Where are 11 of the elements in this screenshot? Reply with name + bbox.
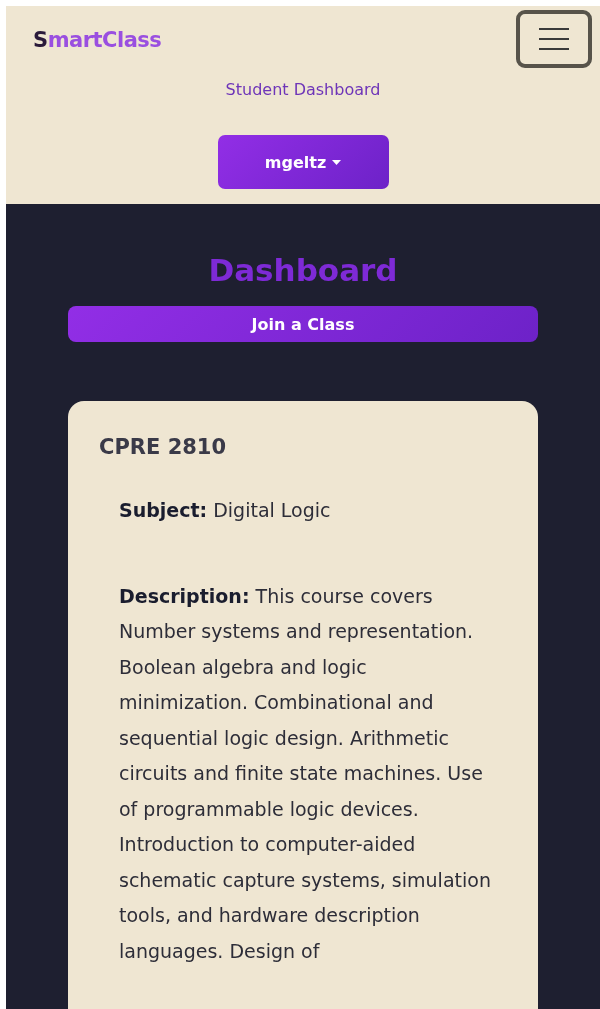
- user-menu-button[interactable]: mgeltz: [217, 135, 389, 189]
- class-detail: Subject: Digital Logic: [119, 498, 332, 523]
- class-code: CPRE 2810: [99, 435, 228, 459]
- page-subtitle: Student Dashboard: [225, 80, 381, 99]
- brand-logo[interactable]: SmartClass: [33, 28, 162, 52]
- class-detail: Description: This course covers Number systems and representation. Boolean algebra and logic minimization. Combinational and sequential logic design. Arithmetic circuits and finite state machines. Use of programmable logic devices. Introduction to computer-aided schematic capture systems, simulation tools, and hardware description languages. Design of: [119, 583, 492, 964]
- menu-icon: [538, 26, 570, 52]
- join-class-button[interactable]: Join a Class: [68, 306, 538, 342]
- caret-icon: [332, 159, 342, 165]
- menu-button[interactable]: [516, 10, 592, 68]
- page-title: Dashboard: [208, 252, 398, 288]
